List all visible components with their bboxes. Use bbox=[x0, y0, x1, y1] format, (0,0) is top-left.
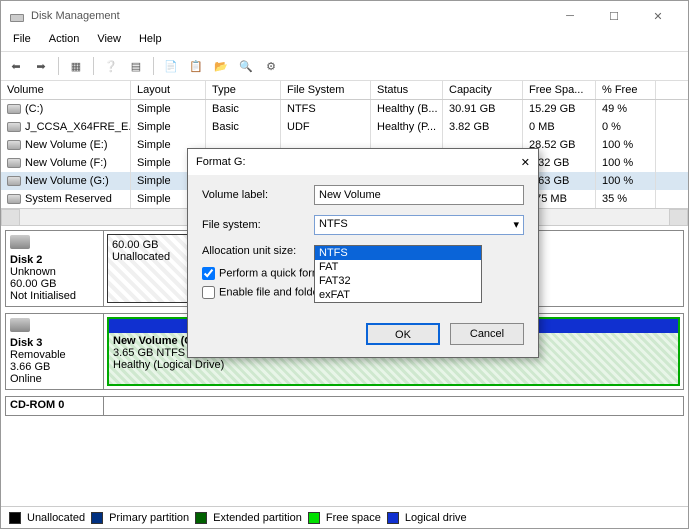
col-layout[interactable]: Layout bbox=[131, 81, 206, 99]
col-volume[interactable]: Volume bbox=[1, 81, 131, 99]
toolbar: ⬅ ➡ ▦ ❔ ▤ 📄 📋 📂 🔍 ⚙ bbox=[1, 51, 688, 81]
col-status[interactable]: Status bbox=[371, 81, 443, 99]
disk-icon bbox=[10, 318, 30, 332]
disk-status: Not Initialised bbox=[10, 290, 76, 302]
file-system-select[interactable]: NTFS bbox=[314, 215, 524, 235]
file-system-dropdown: NTFS FAT FAT32 exFAT bbox=[314, 245, 482, 303]
action1-icon[interactable]: 📄 bbox=[160, 55, 182, 77]
col-free[interactable]: Free Spa... bbox=[523, 81, 596, 99]
swatch-logical bbox=[387, 512, 399, 524]
help-icon[interactable]: ❔ bbox=[100, 55, 122, 77]
disk-name: Disk 3 bbox=[10, 337, 42, 349]
disk-header[interactable]: CD-ROM 0 bbox=[6, 397, 104, 415]
layout-icon[interactable]: ▤ bbox=[125, 55, 147, 77]
col-pct[interactable]: % Free bbox=[596, 81, 656, 99]
ok-button[interactable]: OK bbox=[366, 323, 440, 345]
col-capacity[interactable]: Capacity bbox=[443, 81, 523, 99]
disk-type: Unknown bbox=[10, 266, 56, 278]
partition-status: Healthy (Logical Drive) bbox=[113, 359, 224, 371]
col-type[interactable]: Type bbox=[206, 81, 281, 99]
volume-label-label: Volume label: bbox=[202, 189, 314, 201]
disk-header[interactable]: Disk 2 Unknown 60.00 GB Not Initialised bbox=[6, 231, 104, 306]
disk-row: CD-ROM 0 bbox=[5, 396, 684, 416]
dropdown-option-ntfs[interactable]: NTFS bbox=[315, 246, 481, 260]
window-title: Disk Management bbox=[31, 10, 120, 22]
minimize-button[interactable]: ─ bbox=[548, 1, 592, 31]
back-icon[interactable]: ⬅ bbox=[5, 55, 27, 77]
swatch-primary bbox=[91, 512, 103, 524]
volume-label-input[interactable] bbox=[314, 185, 524, 205]
grid-header: Volume Layout Type File System Status Ca… bbox=[1, 81, 688, 100]
maximize-button[interactable]: ☐ bbox=[592, 1, 636, 31]
swatch-extended bbox=[195, 512, 207, 524]
disk-icon bbox=[10, 235, 30, 249]
disk-type: Removable bbox=[10, 349, 66, 361]
close-button[interactable]: ✕ bbox=[636, 1, 680, 31]
swatch-unallocated bbox=[9, 512, 21, 524]
dialog-titlebar: Format G: ✕ bbox=[188, 149, 538, 175]
col-fs[interactable]: File System bbox=[281, 81, 371, 99]
file-system-label: File system: bbox=[202, 219, 314, 231]
menu-help[interactable]: Help bbox=[131, 31, 170, 51]
disk-size: 60.00 GB bbox=[10, 278, 56, 290]
dropdown-option-exfat[interactable]: exFAT bbox=[315, 288, 481, 302]
disk-name: CD-ROM 0 bbox=[10, 399, 64, 411]
disk-status: Online bbox=[10, 373, 42, 385]
dialog-title: Format G: bbox=[196, 156, 246, 168]
action5-icon[interactable]: ⚙ bbox=[260, 55, 282, 77]
menu-file[interactable]: File bbox=[5, 31, 39, 51]
app-icon bbox=[9, 8, 25, 24]
menu-action[interactable]: Action bbox=[41, 31, 88, 51]
grid-icon[interactable]: ▦ bbox=[65, 55, 87, 77]
action4-icon[interactable]: 🔍 bbox=[235, 55, 257, 77]
table-row[interactable]: J_CCSA_X64FRE_E...SimpleBasicUDFHealthy … bbox=[1, 118, 688, 136]
swatch-free bbox=[308, 512, 320, 524]
dialog-close-icon[interactable]: ✕ bbox=[521, 156, 530, 169]
dropdown-option-fat32[interactable]: FAT32 bbox=[315, 274, 481, 288]
forward-icon[interactable]: ➡ bbox=[30, 55, 52, 77]
menu-view[interactable]: View bbox=[89, 31, 129, 51]
disk-name: Disk 2 bbox=[10, 254, 42, 266]
menubar: File Action View Help bbox=[1, 31, 688, 51]
disk-size: 3.66 GB bbox=[10, 361, 50, 373]
dropdown-option-fat[interactable]: FAT bbox=[315, 260, 481, 274]
action3-icon[interactable]: 📂 bbox=[210, 55, 232, 77]
allocation-size-label: Allocation unit size: bbox=[202, 245, 314, 257]
disk-header[interactable]: Disk 3 Removable 3.66 GB Online bbox=[6, 314, 104, 389]
titlebar: Disk Management ─ ☐ ✕ bbox=[1, 1, 688, 31]
legend: Unallocated Primary partition Extended p… bbox=[1, 506, 688, 528]
cancel-button[interactable]: Cancel bbox=[450, 323, 524, 345]
table-row[interactable]: (C:)SimpleBasicNTFSHealthy (B...30.91 GB… bbox=[1, 100, 688, 118]
action2-icon[interactable]: 📋 bbox=[185, 55, 207, 77]
partition-detail: 3.65 GB NTFS bbox=[113, 347, 185, 359]
format-dialog: Format G: ✕ Volume label: File system: N… bbox=[187, 148, 539, 358]
